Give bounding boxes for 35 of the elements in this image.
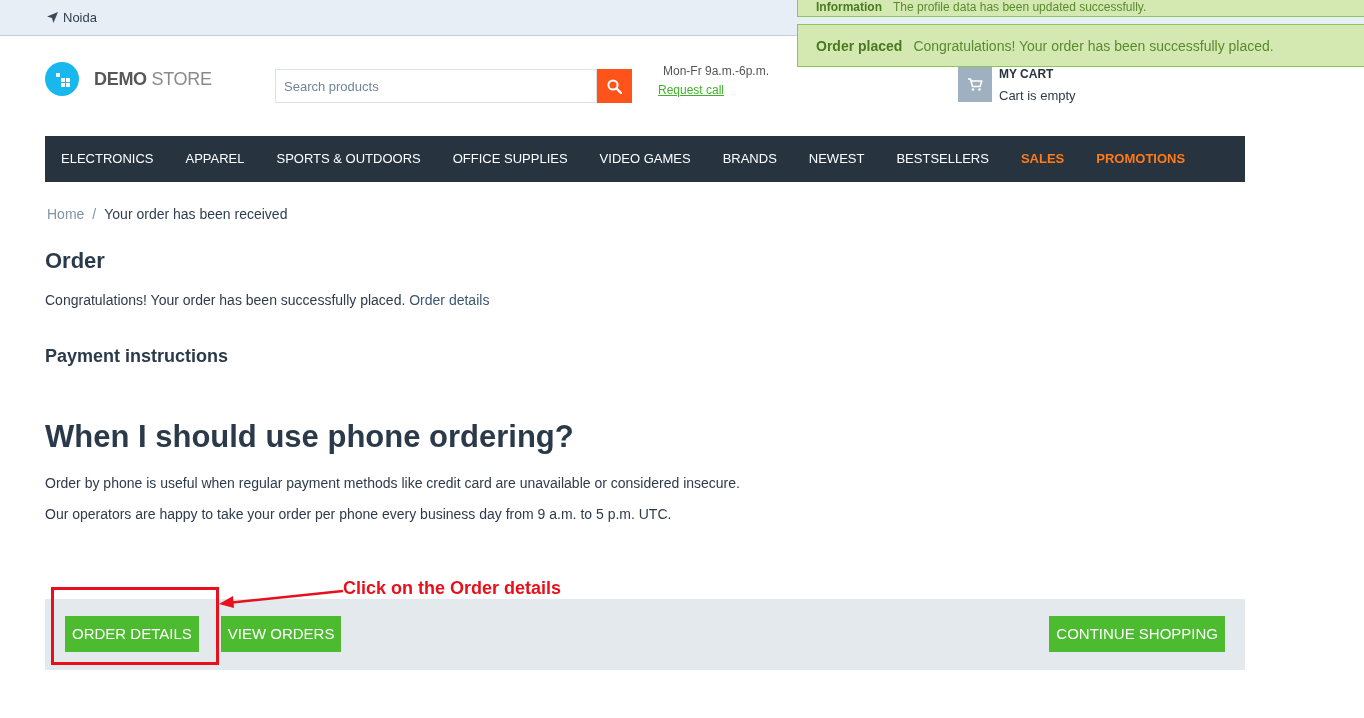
menu-item[interactable]: SALES <box>1004 151 1081 167</box>
menu-item[interactable]: OFFICE SUPPLIES <box>436 151 584 167</box>
menu-item[interactable]: BRANDS <box>706 151 793 167</box>
order-details-link[interactable]: Order details <box>409 292 490 308</box>
info-paragraph: Order by phone is useful when regular payment methods like credit card are unavailable or considered insecure. <box>45 474 741 493</box>
menu-item[interactable]: BESTSELLERS <box>880 151 1005 167</box>
section-heading: When I should use phone ordering? <box>45 418 575 456</box>
store-logo-text[interactable]: DEMO STORE <box>94 67 212 91</box>
location-label[interactable]: Noida <box>63 7 97 28</box>
page-title: Order <box>45 247 106 275</box>
search-icon <box>607 78 622 94</box>
menu-item[interactable]: PROMOTIONS <box>1080 151 1202 167</box>
menu-item[interactable]: VIDEO GAMES <box>583 151 707 167</box>
menu-item[interactable]: APPAREL <box>169 151 261 167</box>
notification-message: The profile data has been updated successfully. <box>893 1 1147 14</box>
opening-hours: Mon-Fr 9a.m.-6p.m. <box>663 64 770 78</box>
location-arrow-icon <box>47 12 58 23</box>
section-heading: Payment instructions <box>45 345 230 368</box>
notification-title: Information <box>816 1 882 14</box>
menu-item[interactable]: NEWEST <box>792 151 881 167</box>
menu-item[interactable]: ELECTRONICS <box>45 151 170 167</box>
info-paragraph: Our operators are happy to take your order per phone every business day from 9 a.m. to 5 p.m. UTC. <box>45 505 673 524</box>
annotation-text: Click on the Order details <box>343 577 562 599</box>
breadcrumb-separator: / <box>92 205 97 224</box>
breadcrumb-current: Your order has been received <box>104 205 288 224</box>
cart-icon <box>958 66 992 102</box>
store-logo-icon <box>45 62 79 96</box>
notification-message: Congratulations! Your order has been successfully placed. <box>913 36 1274 55</box>
cart-status: Cart is empty <box>999 88 1076 104</box>
search-field[interactable]: Search products <box>275 69 597 103</box>
menu-item[interactable]: SPORTS & OUTDOORS <box>260 151 437 167</box>
notification-title: Order placed <box>816 36 903 55</box>
search-button[interactable] <box>597 69 632 103</box>
order-message: Congratulations! Your order has been successfully placed. Order details <box>45 291 491 310</box>
cart-title[interactable]: MY CART <box>999 68 1076 81</box>
